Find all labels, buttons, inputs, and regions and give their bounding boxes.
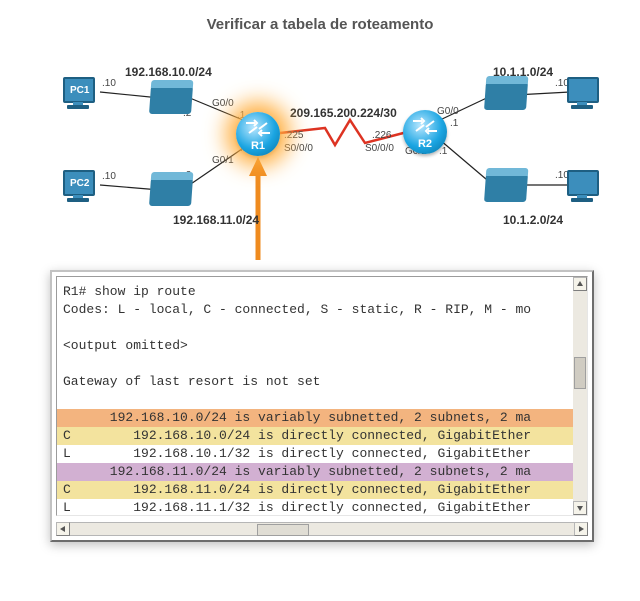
- pc-icon: PC1: [61, 77, 97, 113]
- page-title: Verificar a tabela de roteamento: [0, 16, 640, 33]
- terminal-output: R1# show ip route Codes: L - local, C - …: [56, 276, 588, 516]
- ip-label: .226: [372, 130, 391, 141]
- scroll-left-button[interactable]: [56, 522, 70, 536]
- scroll-thumb[interactable]: [257, 524, 309, 536]
- net-label: 10.1.2.0/24: [503, 213, 563, 227]
- network-diagram: 192.168.10.0/24 192.168.11.0/24 209.165.…: [55, 50, 595, 260]
- terminal-window: R1# show ip route Codes: L - local, C - …: [50, 270, 594, 542]
- switch-icon: [484, 174, 528, 202]
- net-label: 192.168.11.0/24: [173, 213, 259, 227]
- scroll-down-button[interactable]: [573, 501, 587, 515]
- ip-label: .225: [284, 130, 303, 141]
- terminal-text: R1# show ip route Codes: L - local, C - …: [57, 277, 537, 516]
- switch-icon: [484, 82, 528, 110]
- scroll-thumb[interactable]: [574, 357, 586, 389]
- pc-icon: [565, 170, 601, 206]
- iface-label: S0/0/0: [284, 143, 313, 154]
- net-label: 192.168.10.0/24: [125, 65, 212, 79]
- scrollbar-horizontal[interactable]: [56, 522, 588, 536]
- scroll-up-button[interactable]: [573, 277, 587, 291]
- iface-label: G0/0: [212, 98, 234, 109]
- pc-icon: PC2: [61, 170, 97, 206]
- scrollbar-vertical[interactable]: [573, 277, 587, 515]
- router-r1-icon: R1: [236, 112, 280, 156]
- router-r2-icon: R2: [403, 110, 447, 154]
- ip-label: .10: [102, 78, 116, 89]
- ip-label: .1: [450, 118, 458, 129]
- iface-label: G0/1: [212, 155, 234, 166]
- switch-icon: [149, 86, 193, 114]
- switch-icon: [149, 178, 193, 206]
- iface-label: S0/0/0: [365, 143, 394, 154]
- net-label: 209.165.200.224/30: [290, 106, 397, 120]
- ip-label: .10: [102, 171, 116, 182]
- pc-icon: [565, 77, 601, 113]
- scroll-right-button[interactable]: [574, 522, 588, 536]
